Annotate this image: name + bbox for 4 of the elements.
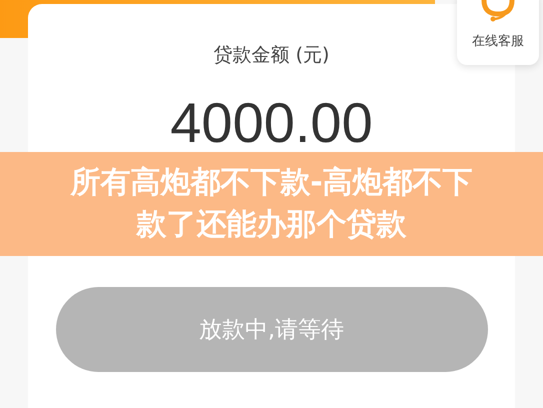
customer-service-button[interactable]: 在线客服 xyxy=(457,0,539,65)
amount-value: 4000.00 xyxy=(170,90,373,155)
amount-label: 贷款金额 (元) xyxy=(214,43,330,68)
banner-title: 所有高炮都不下款-高炮都不下款了还能办那个贷款 xyxy=(69,164,474,244)
